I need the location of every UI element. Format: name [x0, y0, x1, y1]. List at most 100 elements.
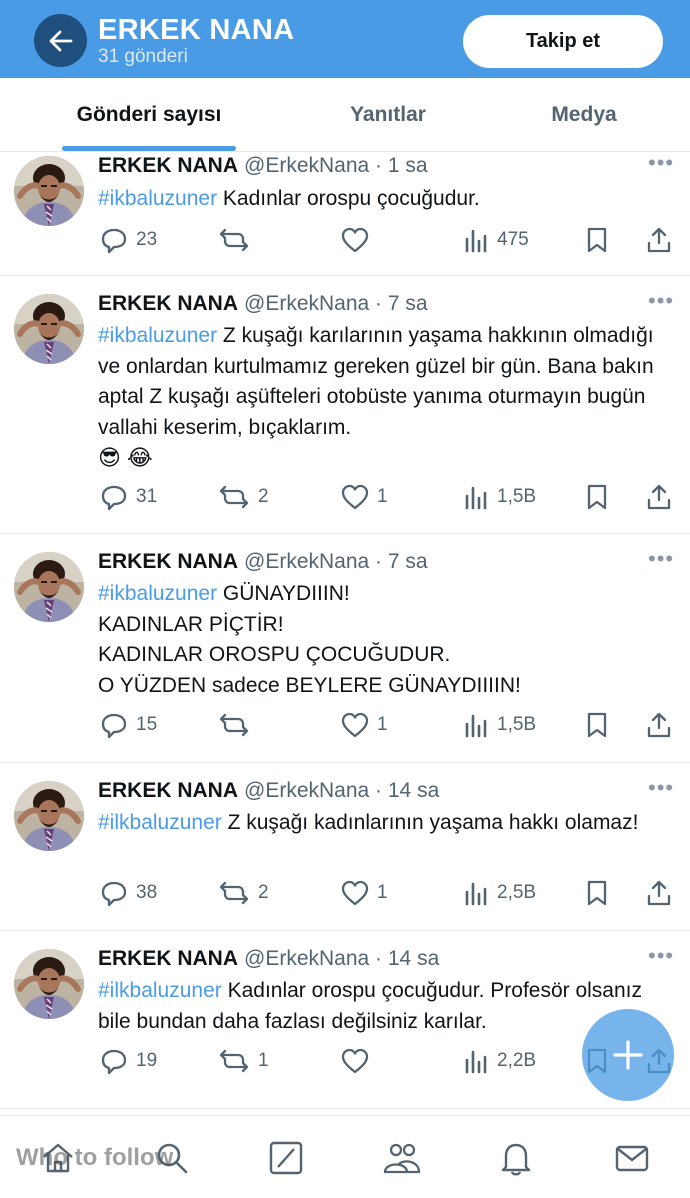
bookmark-button[interactable] — [585, 710, 609, 740]
views-button[interactable]: 475 — [463, 225, 529, 255]
nav-communities[interactable] — [382, 1138, 422, 1178]
reply-icon — [100, 483, 128, 511]
bookmark-icon — [585, 879, 609, 907]
repost-button[interactable]: 2 — [218, 482, 269, 512]
share-button[interactable] — [646, 482, 672, 512]
reply-count: 15 — [136, 714, 158, 735]
nav-notifications[interactable] — [496, 1138, 536, 1178]
reply-button[interactable]: 31 — [100, 482, 157, 512]
views-icon — [463, 1048, 489, 1074]
post-header: ERKEK NANA @ErkekNana · 1 sa — [98, 154, 428, 178]
like-count: 1 — [377, 882, 388, 903]
repost-count: 2 — [258, 882, 269, 903]
repost-count: 2 — [258, 486, 269, 507]
post-body: Kadınlar orospu çocuğudur. — [217, 187, 480, 210]
back-button[interactable] — [34, 14, 87, 67]
like-button[interactable] — [341, 225, 377, 255]
reply-button[interactable]: 38 — [100, 878, 157, 908]
views-button[interactable]: 2,2B — [463, 1046, 536, 1076]
post-header: ERKEK NANA @ErkekNana · 14 sa — [98, 947, 439, 971]
repost-icon — [218, 879, 250, 907]
hashtag-link[interactable]: #ikbaluzuner — [98, 324, 217, 347]
like-button[interactable]: 1 — [341, 878, 388, 908]
reply-count: 38 — [136, 882, 158, 903]
views-icon — [463, 484, 489, 510]
more-dots-icon[interactable]: ••• — [648, 943, 674, 969]
like-count: 1 — [377, 714, 388, 735]
share-button[interactable] — [646, 225, 672, 255]
reply-button[interactable]: 23 — [100, 225, 157, 255]
repost-button[interactable] — [218, 710, 258, 740]
like-button[interactable]: 1 — [341, 482, 388, 512]
repost-button[interactable]: 1 — [218, 1046, 269, 1076]
more-dots-icon[interactable]: ••• — [648, 288, 674, 314]
avatar[interactable] — [14, 294, 84, 364]
like-button[interactable] — [341, 1046, 377, 1076]
share-icon — [646, 226, 672, 254]
post-actions: 31 2 1 1,5B — [98, 482, 678, 512]
views-icon — [463, 227, 489, 253]
hashtag-link[interactable]: #ikbaluzuner — [98, 187, 217, 210]
more-dots-icon[interactable]: ••• — [648, 150, 674, 176]
bookmark-icon — [585, 711, 609, 739]
post-emoji: 😎 😂 — [98, 445, 153, 470]
nav-messages[interactable] — [612, 1138, 652, 1178]
share-button[interactable] — [646, 878, 672, 908]
bookmark-button[interactable] — [585, 878, 609, 908]
avatar[interactable] — [14, 552, 84, 622]
post-header: ERKEK NANA @ErkekNana · 7 sa — [98, 292, 428, 316]
compose-button[interactable] — [582, 1009, 674, 1101]
post[interactable]: ERKEK NANA @ErkekNana · 1 sa ••• #ikbaluzun… — [0, 150, 690, 276]
repost-button[interactable]: 2 — [218, 878, 269, 908]
post-meta: @ErkekNana · 14 sa — [244, 947, 440, 970]
bookmark-button[interactable] — [585, 482, 609, 512]
post[interactable]: ERKEK NANA @ErkekNana · 14 sa ••• #ilkbaluz… — [0, 931, 690, 1109]
repost-icon — [218, 226, 250, 254]
views-button[interactable]: 1,5B — [463, 482, 536, 512]
hashtag-link[interactable]: #ilkbaluzuner — [98, 979, 222, 1002]
follow-button[interactable]: Takip et — [463, 15, 663, 68]
post-text: #ilkbaluzuner Z kuşağı kadınlarının yaşa… — [98, 808, 658, 839]
post-header: ERKEK NANA @ErkekNana · 14 sa — [98, 779, 439, 803]
author-name[interactable]: ERKEK NANA — [98, 779, 238, 802]
post[interactable]: ERKEK NANA @ErkekNana · 7 sa ••• #ikbaluzun… — [0, 276, 690, 534]
author-name[interactable]: ERKEK NANA — [98, 292, 238, 315]
avatar-image — [14, 949, 84, 1019]
bookmark-button[interactable] — [585, 225, 609, 255]
avatar[interactable] — [14, 949, 84, 1019]
author-name[interactable]: ERKEK NANA — [98, 947, 238, 970]
views-button[interactable]: 2,5B — [463, 878, 536, 908]
reply-button[interactable]: 15 — [100, 710, 157, 740]
tab-posts[interactable]: Gönderi sayısı — [50, 78, 248, 152]
reply-count: 23 — [136, 229, 158, 250]
post[interactable]: ERKEK NANA @ErkekNana · 14 sa ••• #ilkbaluz… — [0, 763, 690, 931]
reply-button[interactable]: 19 — [100, 1046, 157, 1076]
view-count: 2,2B — [497, 1050, 537, 1071]
hashtag-link[interactable]: #ikbaluzuner — [98, 582, 217, 605]
post-text: #ikbaluzuner GÜNAYDIIIN! KADINLAR PİÇTİR… — [98, 579, 658, 701]
avatar[interactable] — [14, 156, 84, 226]
post[interactable]: ERKEK NANA @ErkekNana · 7 sa ••• #ikbaluzun… — [0, 534, 690, 763]
author-name[interactable]: ERKEK NANA — [98, 154, 238, 177]
author-name[interactable]: ERKEK NANA — [98, 550, 238, 573]
views-button[interactable]: 1,5B — [463, 710, 536, 740]
avatar[interactable] — [14, 781, 84, 851]
like-button[interactable]: 1 — [341, 710, 388, 740]
plus-icon — [613, 1040, 643, 1070]
share-button[interactable] — [646, 710, 672, 740]
tab-replies[interactable]: Yanıtlar — [318, 78, 458, 152]
heart-icon — [341, 484, 369, 510]
who-to-follow-overlay: Who to follow — [16, 1144, 174, 1171]
repost-count: 1 — [258, 1050, 269, 1071]
heart-icon — [341, 712, 369, 738]
more-dots-icon[interactable]: ••• — [648, 546, 674, 572]
profile-tabs: Gönderi sayısı Yanıtlar Medya — [0, 78, 690, 152]
hashtag-link[interactable]: #ilkbaluzuner — [98, 811, 222, 834]
tab-media[interactable]: Medya — [520, 78, 648, 152]
repost-button[interactable] — [218, 225, 258, 255]
nav-grok[interactable] — [266, 1138, 306, 1178]
repost-icon — [218, 711, 250, 739]
more-dots-icon[interactable]: ••• — [648, 775, 674, 801]
profile-name: ERKEK NANA — [98, 14, 295, 46]
reply-icon — [100, 1047, 128, 1075]
